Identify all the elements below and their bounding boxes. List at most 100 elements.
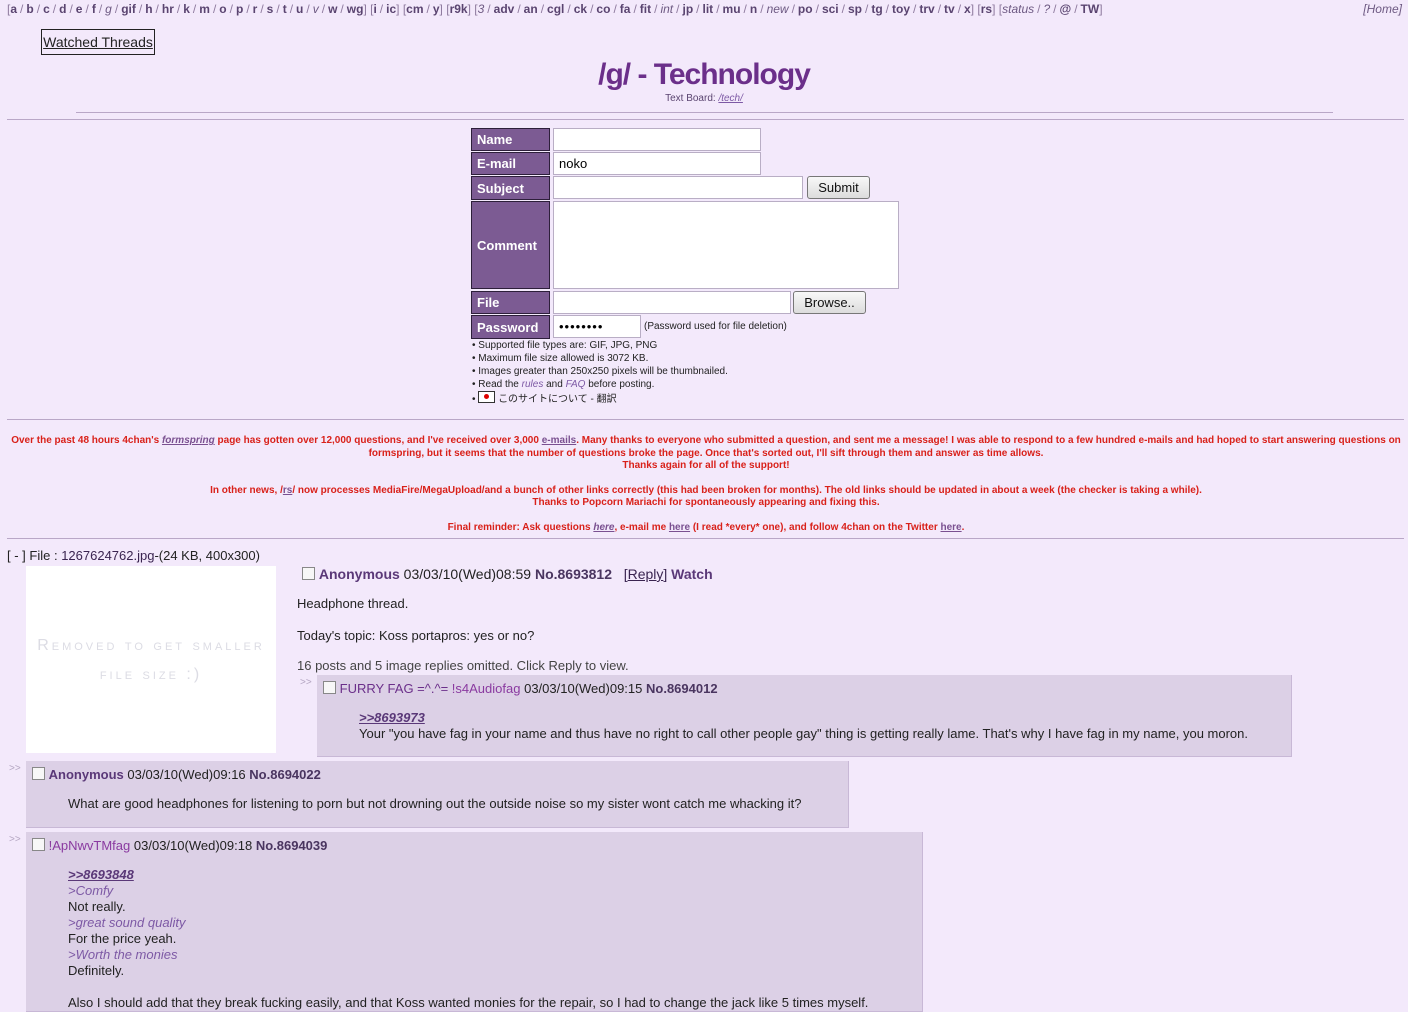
- post-line: Today's topic: Koss portapros: yes or no…: [297, 628, 535, 643]
- browse-button[interactable]: Browse..: [793, 291, 866, 314]
- board-link-e[interactable]: e: [76, 2, 83, 16]
- board-link-m[interactable]: m: [199, 2, 210, 16]
- rs-link[interactable]: rs: [283, 485, 292, 496]
- board-link-hr[interactable]: hr: [162, 2, 174, 16]
- board-link-o[interactable]: o: [219, 2, 226, 16]
- file-field[interactable]: [553, 291, 791, 314]
- board-link-ic[interactable]: ic: [386, 2, 396, 16]
- rule-and: and: [543, 379, 566, 390]
- board-link-lit[interactable]: lit: [703, 2, 714, 16]
- post-number[interactable]: No.8693812: [535, 566, 612, 582]
- reply-header: !ApNwvTMfag 03/03/10(Wed)09:18 No.869403…: [32, 838, 327, 853]
- board-link-s[interactable]: s: [267, 2, 274, 16]
- board-link-po[interactable]: po: [798, 2, 813, 16]
- twitter-link[interactable]: here: [941, 522, 962, 533]
- board-link-v[interactable]: v: [313, 2, 319, 16]
- board-link-tv[interactable]: tv: [944, 2, 955, 16]
- board-link-TW[interactable]: TW: [1081, 2, 1100, 16]
- board-link-wg[interactable]: wg: [347, 2, 364, 16]
- board-link-p[interactable]: p: [236, 2, 243, 16]
- board-link-rs[interactable]: rs: [981, 2, 992, 16]
- board-link-an[interactable]: an: [524, 2, 538, 16]
- news-text: page has gotten over 12,000 questions, a…: [214, 435, 542, 446]
- post-number[interactable]: No.8694022: [249, 767, 321, 782]
- board-link-u[interactable]: u: [296, 2, 303, 16]
- board-link-cgl[interactable]: cgl: [547, 2, 564, 16]
- board-link-co[interactable]: co: [596, 2, 610, 16]
- board-link-ck[interactable]: ck: [574, 2, 587, 16]
- post-number[interactable]: No.8694012: [646, 681, 718, 696]
- name-field[interactable]: [553, 128, 761, 151]
- email-link[interactable]: here: [669, 522, 690, 533]
- japanese-about-link[interactable]: このサイトについて - 翻訳: [498, 394, 617, 405]
- board-link-x[interactable]: x: [964, 2, 971, 16]
- tripcode: !ApNwvTMfag: [48, 838, 131, 853]
- board-link-t[interactable]: t: [283, 2, 287, 16]
- board-link-new[interactable]: new: [767, 2, 789, 16]
- board-link-k[interactable]: k: [183, 2, 190, 16]
- questions-link[interactable]: here: [593, 522, 614, 533]
- home-link-label[interactable]: Home: [1367, 2, 1399, 16]
- board-link-mu[interactable]: mu: [723, 2, 741, 16]
- board-link-d[interactable]: d: [59, 2, 66, 16]
- board-link-c[interactable]: c: [43, 2, 50, 16]
- rules-link[interactable]: rules: [522, 379, 544, 390]
- board-link-jp[interactable]: jp: [683, 2, 694, 16]
- board-link-f[interactable]: f: [92, 2, 96, 16]
- board-link-sci[interactable]: sci: [822, 2, 839, 16]
- file-link[interactable]: 1267624762.jpg: [61, 548, 154, 563]
- reply-delete-checkbox[interactable]: [32, 838, 45, 851]
- board-link-a[interactable]: a: [10, 2, 17, 16]
- board-link-cm[interactable]: cm: [406, 2, 423, 16]
- board-link-int[interactable]: int: [660, 2, 673, 16]
- poster-name: Anonymous: [318, 566, 400, 582]
- text-board-link[interactable]: /tech/: [718, 93, 742, 104]
- submit-button[interactable]: Submit: [807, 176, 870, 199]
- board-link-i[interactable]: i: [373, 2, 376, 16]
- post-number[interactable]: No.8694039: [256, 838, 328, 853]
- board-link-gif[interactable]: gif: [121, 2, 136, 16]
- board-link-r9k[interactable]: r9k: [450, 2, 468, 16]
- reply-body: >>8693973 Your "you have fag in your nam…: [359, 710, 1248, 742]
- watch-link[interactable]: Watch: [671, 566, 712, 582]
- emails-link[interactable]: e-mails: [542, 435, 576, 446]
- email-field[interactable]: [553, 152, 761, 175]
- board-link-status[interactable]: status: [1002, 2, 1034, 16]
- board-link-at[interactable]: @: [1060, 2, 1072, 16]
- board-link-n[interactable]: n: [750, 2, 757, 16]
- board-link-trv[interactable]: trv: [919, 2, 934, 16]
- news-text: In other news, /: [210, 484, 283, 496]
- board-link-sp[interactable]: sp: [848, 2, 862, 16]
- board-link-w[interactable]: w: [328, 2, 337, 16]
- reply-delete-checkbox[interactable]: [323, 681, 336, 694]
- board-link-tg[interactable]: tg: [871, 2, 882, 16]
- board-link-fit[interactable]: fit: [640, 2, 651, 16]
- board-link-3[interactable]: 3: [478, 2, 485, 16]
- reply-link[interactable]: Reply: [628, 566, 664, 582]
- board-link-g[interactable]: g: [105, 2, 112, 16]
- board-link-fa[interactable]: fa: [620, 2, 631, 16]
- thread-thumbnail[interactable]: Removed to get smaller file size :): [26, 566, 276, 753]
- quote-link[interactable]: >>8693973: [359, 710, 1248, 726]
- board-link-r[interactable]: r: [253, 2, 258, 16]
- greentext-line: >Worth the monies: [68, 947, 178, 962]
- home-link[interactable]: [Home]: [1363, 2, 1402, 16]
- op-post-body: Headphone thread. Today's topic: Koss po…: [297, 596, 534, 644]
- faq-link[interactable]: FAQ: [566, 379, 586, 390]
- reply-delete-checkbox[interactable]: [32, 767, 45, 780]
- board-link-b[interactable]: b: [26, 2, 33, 16]
- board-link-toy[interactable]: toy: [892, 2, 910, 16]
- op-delete-checkbox[interactable]: [302, 567, 315, 580]
- greentext-line: >Comfy: [68, 883, 114, 898]
- board-link-help[interactable]: ?: [1043, 2, 1050, 16]
- comment-field[interactable]: [553, 201, 899, 289]
- board-link-y[interactable]: y: [433, 2, 440, 16]
- board-link-adv[interactable]: adv: [494, 2, 515, 16]
- formspring-link[interactable]: formspring: [162, 435, 215, 446]
- quote-link[interactable]: >>8693848: [68, 867, 868, 883]
- watched-threads-button[interactable]: Watched Threads: [41, 29, 155, 55]
- subject-field[interactable]: [553, 176, 803, 199]
- board-link-h[interactable]: h: [145, 2, 152, 16]
- collapse-thread-button[interactable]: [ - ]: [7, 548, 26, 563]
- password-field[interactable]: [553, 315, 641, 338]
